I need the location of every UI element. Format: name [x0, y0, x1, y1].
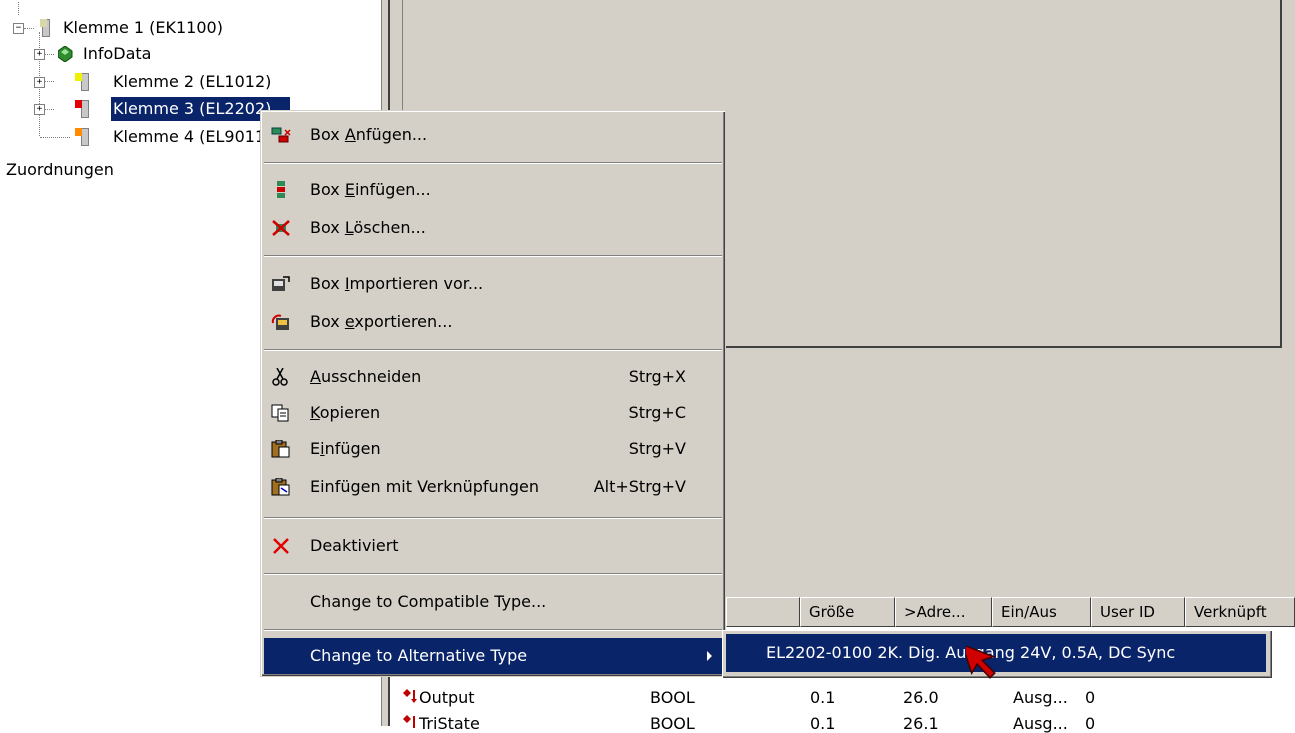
menu-item-paste[interactable]: Einfügen Strg+V — [264, 431, 722, 467]
column-header-size[interactable]: Größe — [800, 597, 895, 627]
row-name: Output — [419, 688, 475, 707]
paste-links-icon — [271, 478, 290, 496]
row-address: 26.0 — [903, 688, 939, 707]
row-name: TriState — [419, 714, 480, 733]
menu-separator — [264, 629, 722, 631]
menu-item-cut[interactable]: Ausschneiden Strg+X — [264, 359, 722, 395]
mouse-cursor-icon — [966, 643, 996, 679]
output-terminal-icon — [75, 100, 92, 118]
shortcut-label: Strg+V — [628, 439, 686, 458]
box-insert-icon — [277, 181, 285, 198]
tree-item-klemme-1[interactable]: − Klemme 1 (EK1100) — [0, 16, 300, 40]
column-header-linked[interactable]: Verknüpft — [1185, 597, 1295, 627]
paste-icon — [271, 440, 290, 458]
expand-toggle-icon[interactable]: + — [34, 49, 45, 60]
tree-connector — [18, 2, 19, 15]
menu-separator — [264, 349, 722, 351]
menu-separator — [264, 573, 722, 575]
column-header-name[interactable] — [726, 597, 800, 627]
menu-separator — [264, 162, 722, 164]
tree-item-label: Klemme 1 (EK1100) — [63, 18, 223, 37]
tree-item-klemme-3[interactable]: + Klemme 3 (EL2202) — [0, 97, 300, 121]
column-header-address[interactable]: >Adre... — [895, 597, 992, 627]
shortcut-label: Strg+X — [628, 367, 686, 386]
tree-item-label: Klemme 2 (EL1012) — [113, 72, 272, 91]
row-address: 26.1 — [903, 714, 939, 733]
box-import-icon — [272, 276, 290, 291]
tree-item-label: Zuordnungen — [6, 160, 114, 179]
menu-item-box-insert[interactable]: Box Einfügen... — [264, 172, 722, 208]
row-size: 0.1 — [810, 714, 836, 733]
tree-item-klemme-2[interactable]: + Klemme 2 (EL1012) — [0, 70, 300, 94]
shortcut-label: Strg+C — [628, 403, 686, 422]
output-variable-icon — [403, 715, 415, 728]
menu-item-box-export[interactable]: Box exportieren... — [264, 304, 722, 340]
infodata-icon — [58, 46, 73, 62]
tree-item-infodata[interactable]: + InfoData — [0, 42, 300, 66]
input-terminal-icon — [75, 73, 92, 91]
menu-item-paste-with-links[interactable]: Einfügen mit Verknüpfungen Alt+Strg+V — [264, 469, 722, 505]
menu-item-box-import[interactable]: Box Importieren vor... — [264, 266, 722, 302]
box-delete-icon — [272, 220, 290, 236]
menu-item-box-delete[interactable]: Box Löschen... — [264, 210, 722, 246]
row-inout: Ausg... — [1013, 714, 1068, 733]
menu-separator — [264, 517, 722, 519]
cut-icon — [272, 368, 288, 386]
shortcut-label: Alt+Strg+V — [593, 477, 686, 496]
copy-icon — [271, 404, 289, 422]
expand-toggle-icon[interactable]: + — [34, 104, 45, 115]
row-type: BOOL — [650, 714, 695, 733]
menu-item-change-alternative-type[interactable]: Change to Alternative Type — [264, 638, 722, 674]
column-header-inout[interactable]: Ein/Aus — [992, 597, 1091, 627]
menu-item-deactivated[interactable]: Deaktiviert — [264, 528, 722, 564]
tree-item-label: InfoData — [83, 44, 152, 63]
row-userid: 0 — [1085, 714, 1096, 733]
collapse-toggle-icon[interactable]: − — [13, 23, 24, 34]
coupler-terminal-icon — [40, 19, 53, 37]
row-type: BOOL — [650, 688, 695, 707]
expand-toggle-icon[interactable]: + — [34, 77, 45, 88]
end-terminal-icon — [75, 128, 92, 146]
row-size: 0.1 — [810, 688, 836, 707]
box-export-icon — [271, 314, 289, 330]
row-inout: Ausg... — [1013, 688, 1068, 707]
context-menu: Box Anfügen... Box Einfügen... Box Lösch… — [260, 110, 726, 677]
menu-item-change-compatible-type[interactable]: Change to Compatible Type... — [264, 584, 722, 620]
column-header-userid[interactable]: User ID — [1091, 597, 1185, 627]
tree-item-klemme-4[interactable]: Klemme 4 (EL9011) — [0, 125, 300, 149]
row-userid: 0 — [1085, 688, 1096, 707]
menu-separator — [264, 255, 722, 257]
output-variable-icon — [403, 689, 417, 703]
menu-item-box-append[interactable]: Box Anfügen... — [264, 117, 722, 153]
menu-item-copy[interactable]: Kopieren Strg+C — [264, 395, 722, 431]
submenu-arrow-icon — [707, 651, 712, 661]
disabled-x-icon — [273, 538, 289, 554]
box-append-icon — [271, 127, 291, 143]
tree-item-label: Klemme 4 (EL9011) — [113, 127, 272, 146]
